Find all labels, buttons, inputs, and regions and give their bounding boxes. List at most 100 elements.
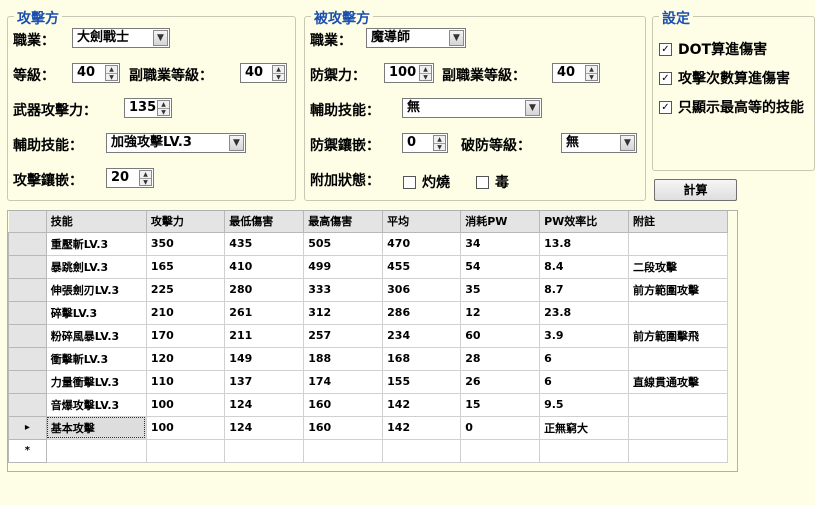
col-header-note[interactable]: 附註 [628, 211, 729, 233]
table-row[interactable]: 音爆攻擊LV.3 100 124 160 142 15 9.5 [8, 392, 737, 417]
defender-aux-select[interactable]: 無 ▼ [402, 98, 542, 118]
cell-pw-ratio[interactable]: 6 [539, 346, 629, 371]
cell-attack[interactable]: 110 [145, 369, 226, 394]
cell-pw-ratio[interactable]: 8.4 [539, 254, 629, 279]
col-header-average[interactable]: 平均 [382, 211, 462, 233]
cell-min-damage[interactable]: 137 [224, 369, 305, 394]
cell-max-damage[interactable]: 333 [303, 277, 384, 302]
cell-skill[interactable]: 衝擊斬LV.3 [45, 346, 147, 371]
new-row-cell[interactable] [224, 438, 305, 463]
cell-attack[interactable]: 170 [145, 323, 226, 348]
check-icon[interactable]: ✓ [659, 42, 672, 56]
check-icon[interactable]: ✓ [659, 100, 672, 114]
cell-note[interactable] [627, 346, 729, 371]
calculate-button[interactable]: 計算 [654, 179, 737, 201]
col-header-pw-ratio[interactable]: PW效率比 [539, 211, 629, 233]
attacker-aux-select[interactable]: 加強攻擊LV.3 ▼ [106, 133, 246, 153]
cell-skill[interactable]: 力量衝擊LV.3 [45, 369, 147, 394]
cell-max-damage[interactable]: 160 [303, 415, 384, 440]
current-row-indicator[interactable]: ▸ [8, 415, 47, 440]
spin-arrows-icon[interactable]: ▲ ▼ [433, 135, 446, 151]
cell-max-damage[interactable]: 499 [303, 254, 384, 279]
new-row-cell[interactable] [460, 438, 541, 463]
row-header[interactable] [8, 323, 47, 348]
cell-note[interactable] [627, 415, 729, 440]
row-header[interactable] [8, 346, 47, 371]
checkbox-box[interactable] [476, 175, 489, 189]
table-row[interactable]: 衝擊斬LV.3 120 149 188 168 28 6 [8, 346, 737, 371]
cell-skill[interactable]: 重壓斬LV.3 [45, 231, 147, 256]
table-row[interactable]: 暴跳劍LV.3 165 410 499 455 54 8.4 二段攻擊 [8, 254, 737, 279]
spin-arrows-icon[interactable]: ▲ ▼ [157, 100, 170, 116]
new-row-cell[interactable] [145, 438, 226, 463]
cell-max-damage[interactable]: 160 [303, 392, 384, 417]
chevron-down-icon[interactable]: ▼ [153, 30, 168, 46]
cell-average[interactable]: 470 [382, 231, 462, 256]
cell-average[interactable]: 142 [382, 392, 462, 417]
skill-table[interactable]: 技能 攻擊力 最低傷害 最高傷害 平均 消耗PW PW效率比 附註 重壓斬LV.… [7, 210, 738, 472]
cell-note[interactable]: 直線貫通攻擊 [627, 369, 729, 394]
cell-average[interactable]: 306 [382, 277, 462, 302]
hit-count-checkbox[interactable]: ✓ 攻擊次數算進傷害 [659, 68, 790, 88]
cell-min-damage[interactable]: 124 [224, 415, 305, 440]
attacker-sublevel-spinner[interactable]: 40 ▲ ▼ [240, 63, 287, 83]
cell-average[interactable]: 142 [382, 415, 462, 440]
cell-attack[interactable]: 165 [145, 254, 226, 279]
cell-note[interactable] [627, 392, 729, 417]
spin-arrows-icon[interactable]: ▲ ▼ [419, 65, 432, 81]
cell-average[interactable]: 455 [382, 254, 462, 279]
cell-pw-cost[interactable]: 26 [460, 369, 541, 394]
cell-pw-ratio[interactable]: 23.8 [539, 300, 629, 325]
cell-average[interactable]: 168 [382, 346, 462, 371]
chevron-down-icon[interactable]: ▼ [449, 30, 464, 46]
row-header[interactable] [8, 277, 47, 302]
cell-attack[interactable]: 100 [145, 415, 226, 440]
cell-note[interactable] [627, 231, 729, 256]
cell-pw-cost[interactable]: 54 [460, 254, 541, 279]
cell-note[interactable]: 前方範圍擊飛 [627, 323, 729, 348]
cell-skill[interactable]: 暴跳劍LV.3 [45, 254, 147, 279]
table-row[interactable]: 伸張劍刃LV.3 225 280 333 306 35 8.7 前方範圍攻擊 [8, 277, 737, 302]
cell-max-damage[interactable]: 188 [303, 346, 384, 371]
chevron-down-icon[interactable]: ▼ [620, 135, 635, 151]
poison-checkbox[interactable]: 毒 [476, 172, 509, 192]
cell-pw-cost[interactable]: 12 [460, 300, 541, 325]
defender-def-spinner[interactable]: 100 ▲ ▼ [384, 63, 434, 83]
defender-job-select[interactable]: 魔導師 ▼ [366, 28, 466, 48]
new-row-cell[interactable] [303, 438, 384, 463]
cell-attack[interactable]: 120 [145, 346, 226, 371]
new-row-cell[interactable] [45, 438, 147, 463]
cell-pw-ratio[interactable]: 8.7 [539, 277, 629, 302]
cell-note[interactable] [627, 300, 729, 325]
new-row-cell[interactable] [627, 438, 729, 463]
table-row[interactable]: 碎擊LV.3 210 261 312 286 12 23.8 [8, 300, 737, 325]
cell-pw-ratio[interactable]: 正無窮大 [539, 415, 629, 440]
defender-sublevel-spinner[interactable]: 40 ▲ ▼ [552, 63, 600, 83]
new-row-cell[interactable] [539, 438, 629, 463]
row-header[interactable] [8, 392, 47, 417]
cell-min-damage[interactable]: 261 [224, 300, 305, 325]
spin-arrows-icon[interactable]: ▲ ▼ [272, 65, 285, 81]
cell-pw-ratio[interactable]: 3.9 [539, 323, 629, 348]
corner-header[interactable] [8, 211, 47, 233]
dot-damage-checkbox[interactable]: ✓ DOT算進傷害 [659, 39, 767, 59]
cell-min-damage[interactable]: 149 [224, 346, 305, 371]
cell-pw-cost[interactable]: 60 [460, 323, 541, 348]
attacker-weapon-spinner[interactable]: 135 ▲ ▼ [124, 98, 172, 118]
cell-pw-cost[interactable]: 35 [460, 277, 541, 302]
col-header-min-damage[interactable]: 最低傷害 [224, 211, 305, 233]
check-icon[interactable]: ✓ [659, 71, 672, 85]
highest-only-checkbox[interactable]: ✓ 只顯示最高等的技能 [659, 97, 804, 117]
new-row-indicator[interactable]: * [8, 438, 47, 463]
col-header-attack[interactable]: 攻擊力 [146, 211, 226, 233]
col-header-pw-cost[interactable]: 消耗PW [460, 211, 541, 233]
cell-attack[interactable]: 100 [145, 392, 226, 417]
row-header[interactable] [8, 231, 47, 256]
row-header[interactable] [8, 300, 47, 325]
attacker-inlay-spinner[interactable]: 20 ▲ ▼ [106, 168, 154, 188]
cell-average[interactable]: 155 [382, 369, 462, 394]
burn-checkbox[interactable]: 灼燒 [403, 172, 450, 192]
table-row[interactable]: 粉碎風暴LV.3 170 211 257 234 60 3.9 前方範圍擊飛 [8, 323, 737, 348]
cell-min-damage[interactable]: 410 [224, 254, 305, 279]
cell-note[interactable]: 二段攻擊 [627, 254, 729, 279]
